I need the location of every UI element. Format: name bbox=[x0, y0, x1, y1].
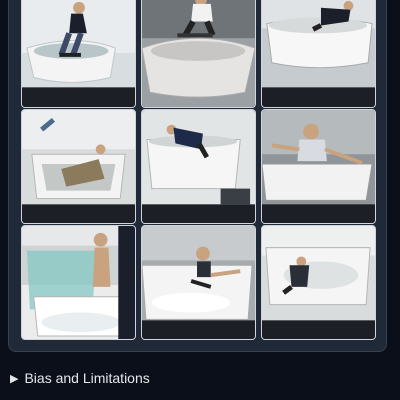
gallery-image[interactable] bbox=[21, 0, 136, 108]
bias-and-limitations-accordion[interactable]: ▶ Bias and Limitations bbox=[10, 370, 150, 386]
gallery-image[interactable] bbox=[261, 225, 376, 340]
triangle-right-icon: ▶ bbox=[10, 371, 19, 385]
accordion-label: Bias and Limitations bbox=[24, 370, 150, 386]
gallery-image[interactable] bbox=[21, 109, 136, 224]
image-gallery bbox=[8, 0, 387, 352]
gallery-image[interactable] bbox=[21, 225, 136, 340]
gallery-image[interactable] bbox=[141, 225, 256, 340]
gallery-image[interactable] bbox=[141, 0, 256, 108]
gallery-image[interactable] bbox=[261, 109, 376, 224]
gallery-image[interactable] bbox=[141, 109, 256, 224]
gallery-image[interactable] bbox=[261, 0, 376, 108]
